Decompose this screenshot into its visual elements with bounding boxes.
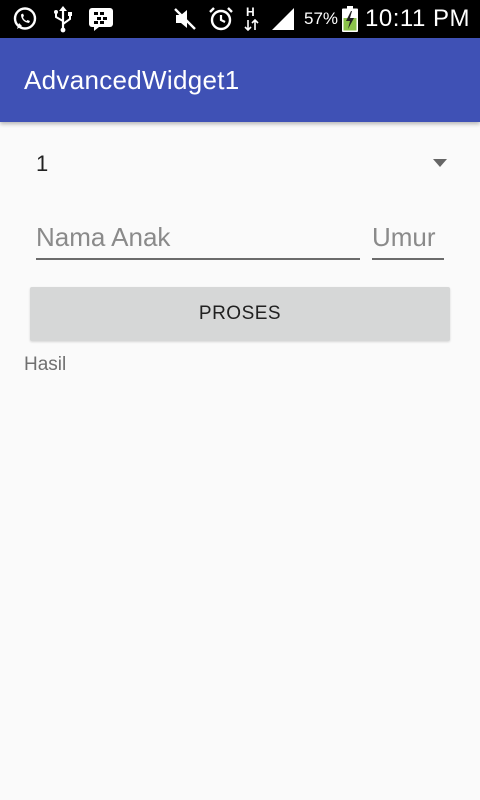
child-name-field [36, 216, 360, 260]
status-clock: 10:11 PM [365, 5, 470, 32]
battery-charging-icon [341, 5, 359, 33]
svg-text:H: H [246, 5, 255, 19]
number-spinner[interactable]: 1 [24, 140, 456, 188]
spinner-selected-value: 1 [36, 151, 49, 176]
status-bar-right: H 57% 10:11 PM [162, 5, 470, 33]
h-data-icon: H [244, 5, 260, 33]
app-title: AdvancedWidget1 [24, 64, 240, 95]
process-button[interactable]: PROSES [30, 287, 450, 341]
usb-icon [52, 5, 74, 33]
whatsapp-icon [12, 6, 38, 32]
signal-icon [270, 6, 296, 32]
age-input[interactable] [372, 221, 444, 253]
child-name-input[interactable] [36, 221, 360, 253]
alarm-icon [208, 6, 234, 32]
battery-percentage: 57% [304, 9, 339, 28]
app-bar: AdvancedWidget1 [0, 38, 480, 122]
bbm-icon [88, 6, 114, 32]
status-bar-left [12, 5, 128, 33]
dropdown-arrow-icon [432, 155, 448, 173]
age-field [372, 216, 444, 260]
app-screen: H 57% 10:11 PM AdvancedWidget1 1 Nama An… [0, 0, 480, 800]
result-text: Hasil [24, 354, 67, 375]
mute-icon [172, 6, 198, 32]
status-bar: H 57% 10:11 PM [0, 0, 480, 38]
